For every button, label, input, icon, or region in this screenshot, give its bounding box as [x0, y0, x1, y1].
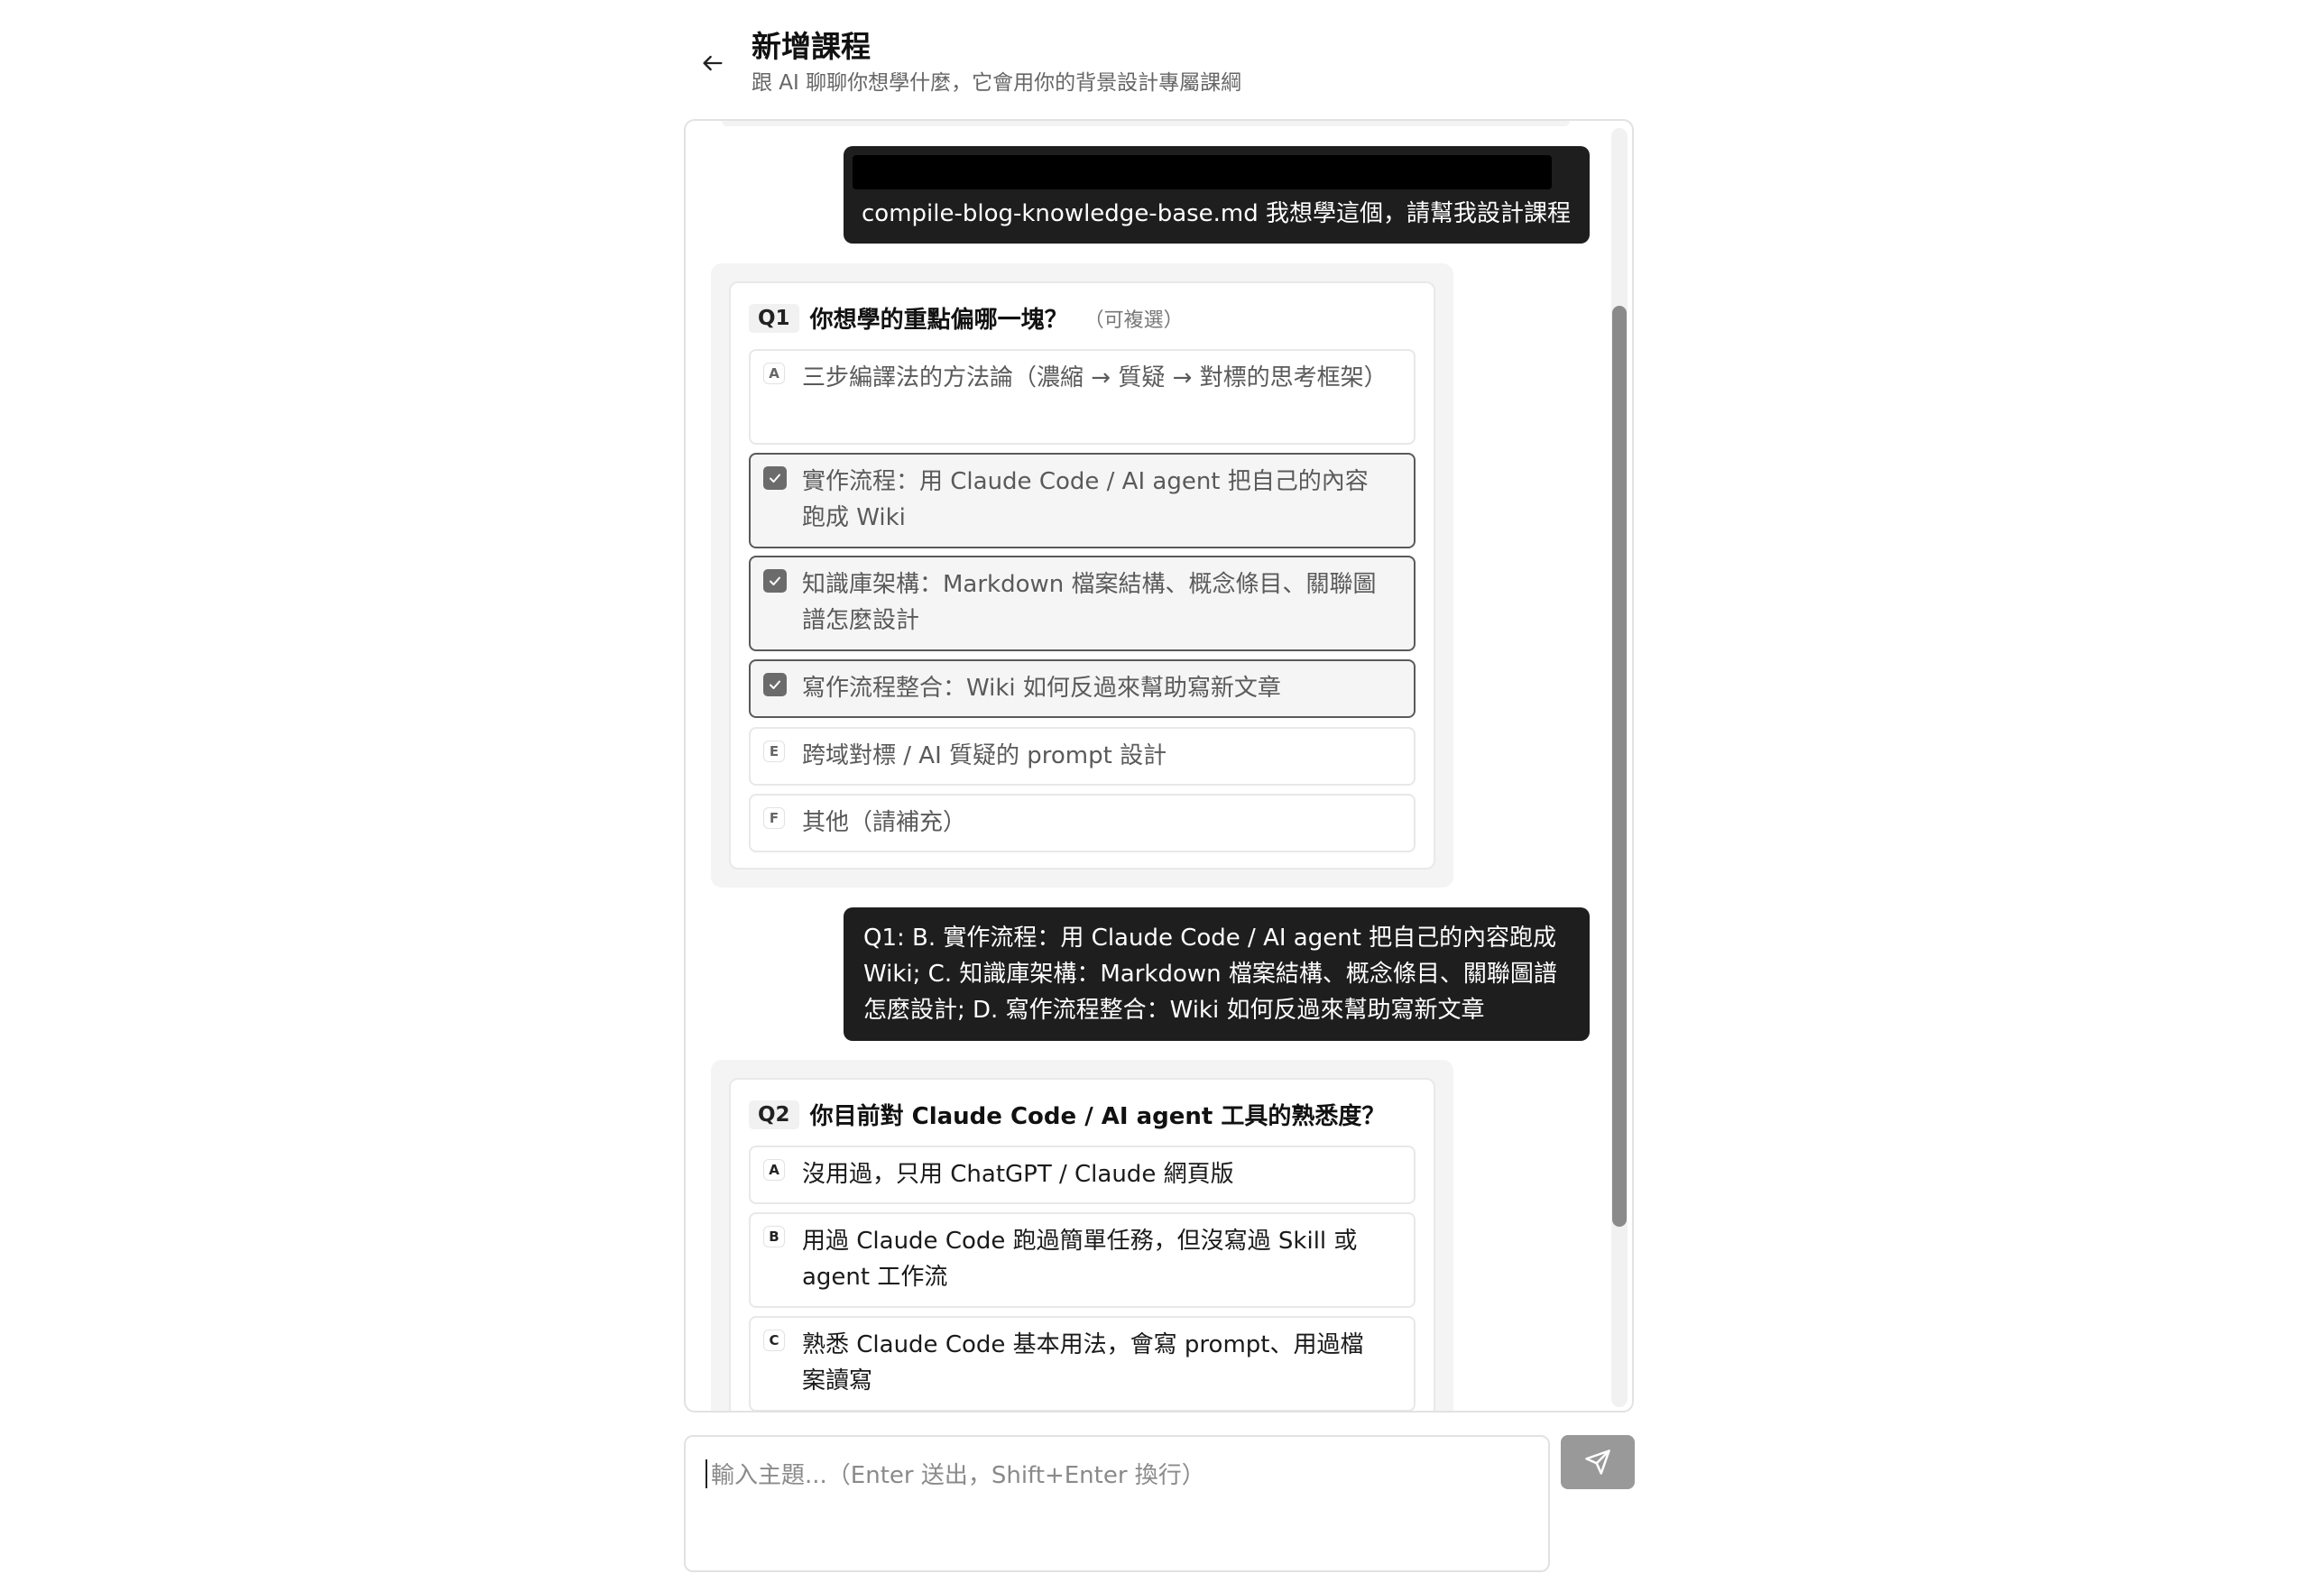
- question-card-inner: Q1 你想學的重點偏哪一塊？ （可複選） A 三步編譯法的方法論（濃縮 → 質疑…: [729, 281, 1435, 870]
- option-d[interactable]: 寫作流程整合：Wiki 如何反過來幫助寫新文章: [749, 659, 1416, 718]
- page-header: 新增課程 跟 AI 聊聊你想學什麼，它會用你的背景設計專屬課綱: [686, 18, 1642, 108]
- option-c[interactable]: 知識庫架構：Markdown 檔案結構、概念條目、關聯圖譜怎麼設計: [749, 556, 1416, 651]
- option-text: 跨域對標 / AI 質疑的 prompt 設計: [802, 742, 1167, 769]
- option-letter-badge: A: [763, 1159, 785, 1181]
- option-letter-badge: F: [763, 807, 785, 829]
- previous-message-edge: [722, 121, 1570, 126]
- text-caret: [706, 1459, 707, 1488]
- question-number: Q2: [749, 1100, 799, 1129]
- option-c[interactable]: C 熟悉 Claude Code 基本用法，會寫 prompt、用過檔案讀寫: [749, 1316, 1416, 1411]
- checkbox-checked-icon: [763, 673, 787, 696]
- arrow-left-icon: [703, 55, 723, 71]
- option-text: 知識庫架構：Markdown 檔案結構、概念條目、關聯圖譜怎麼設計: [802, 571, 1377, 634]
- user-message-text: Q1: B. 實作流程：用 Claude Code / AI agent 把自己…: [863, 925, 1557, 1024]
- question-number: Q1: [749, 303, 799, 333]
- option-text: 其他（請補充）: [802, 809, 967, 836]
- option-b[interactable]: 實作流程：用 Claude Code / AI agent 把自己的內容跑成 W…: [749, 453, 1416, 548]
- send-button[interactable]: [1561, 1435, 1635, 1489]
- option-letter-badge: B: [763, 1226, 785, 1247]
- question-card-inner: Q2 你目前對 Claude Code / AI agent 工具的熟悉度？ A…: [729, 1078, 1435, 1411]
- checkbox-checked-icon: [763, 569, 787, 593]
- chat-panel: compile-blog-knowledge-base.md 我想學這個，請幫我…: [684, 119, 1634, 1413]
- back-button[interactable]: [695, 45, 731, 81]
- input-placeholder: 輸入主題...（Enter 送出，Shift+Enter 換行）: [711, 1462, 1205, 1489]
- send-icon: [1585, 1450, 1610, 1475]
- option-letter-badge: E: [763, 741, 785, 762]
- option-b[interactable]: B 用過 Claude Code 跑過簡單任務，但沒寫過 Skill 或 age…: [749, 1212, 1416, 1308]
- option-e[interactable]: E 跨域對標 / AI 質疑的 prompt 設計: [749, 727, 1416, 786]
- option-f[interactable]: F 其他（請補充）: [749, 794, 1416, 852]
- option-letter-badge: C: [763, 1330, 785, 1351]
- option-text: 熟悉 Claude Code 基本用法，會寫 prompt、用過檔案讀寫: [802, 1331, 1364, 1394]
- scrollbar-thumb[interactable]: [1612, 306, 1627, 1227]
- user-message: Q1: B. 實作流程：用 Claude Code / AI agent 把自己…: [844, 907, 1590, 1041]
- page-subtitle: 跟 AI 聊聊你想學什麼，它會用你的背景設計專屬課綱: [752, 71, 1242, 95]
- question-hint: （可複選）: [1084, 308, 1184, 332]
- option-text: 沒用過，只用 ChatGPT / Claude 網頁版: [802, 1161, 1234, 1188]
- question-header: Q1 你想學的重點偏哪一塊？ （可複選）: [749, 301, 1184, 335]
- checkbox-checked-icon: [763, 466, 787, 490]
- option-letter-badge: A: [763, 363, 785, 384]
- user-message-text: compile-blog-knowledge-base.md 我想學這個，請幫我…: [862, 200, 1572, 227]
- question-card-q1: Q1 你想學的重點偏哪一塊？ （可複選） A 三步編譯法的方法論（濃縮 → 質疑…: [711, 263, 1453, 888]
- page-title: 新增課程: [752, 29, 871, 64]
- option-text: 實作流程：用 Claude Code / AI agent 把自己的內容跑成 W…: [802, 468, 1369, 531]
- redacted-text: [853, 155, 1552, 189]
- question-header: Q2 你目前對 Claude Code / AI agent 工具的熟悉度？: [749, 1098, 1385, 1131]
- topic-input[interactable]: 輸入主題...（Enter 送出，Shift+Enter 換行）: [684, 1435, 1550, 1572]
- question-card-q2: Q2 你目前對 Claude Code / AI agent 工具的熟悉度？ A…: [711, 1060, 1453, 1411]
- question-text: 你目前對 Claude Code / AI agent 工具的熟悉度？: [809, 1103, 1386, 1130]
- question-text: 你想學的重點偏哪一塊？: [809, 307, 1068, 334]
- option-text: 寫作流程整合：Wiki 如何反過來幫助寫新文章: [802, 675, 1281, 702]
- option-a[interactable]: A 沒用過，只用 ChatGPT / Claude 網頁版: [749, 1146, 1416, 1204]
- user-message: compile-blog-knowledge-base.md 我想學這個，請幫我…: [844, 146, 1590, 244]
- option-text: 三步編譯法的方法論（濃縮 → 質疑 → 對標的思考框架）: [802, 364, 1388, 391]
- scrollbar-track[interactable]: [1611, 128, 1628, 1407]
- option-a[interactable]: A 三步編譯法的方法論（濃縮 → 質疑 → 對標的思考框架）: [749, 349, 1416, 445]
- option-text: 用過 Claude Code 跑過簡單任務，但沒寫過 Skill 或 agent…: [802, 1228, 1358, 1291]
